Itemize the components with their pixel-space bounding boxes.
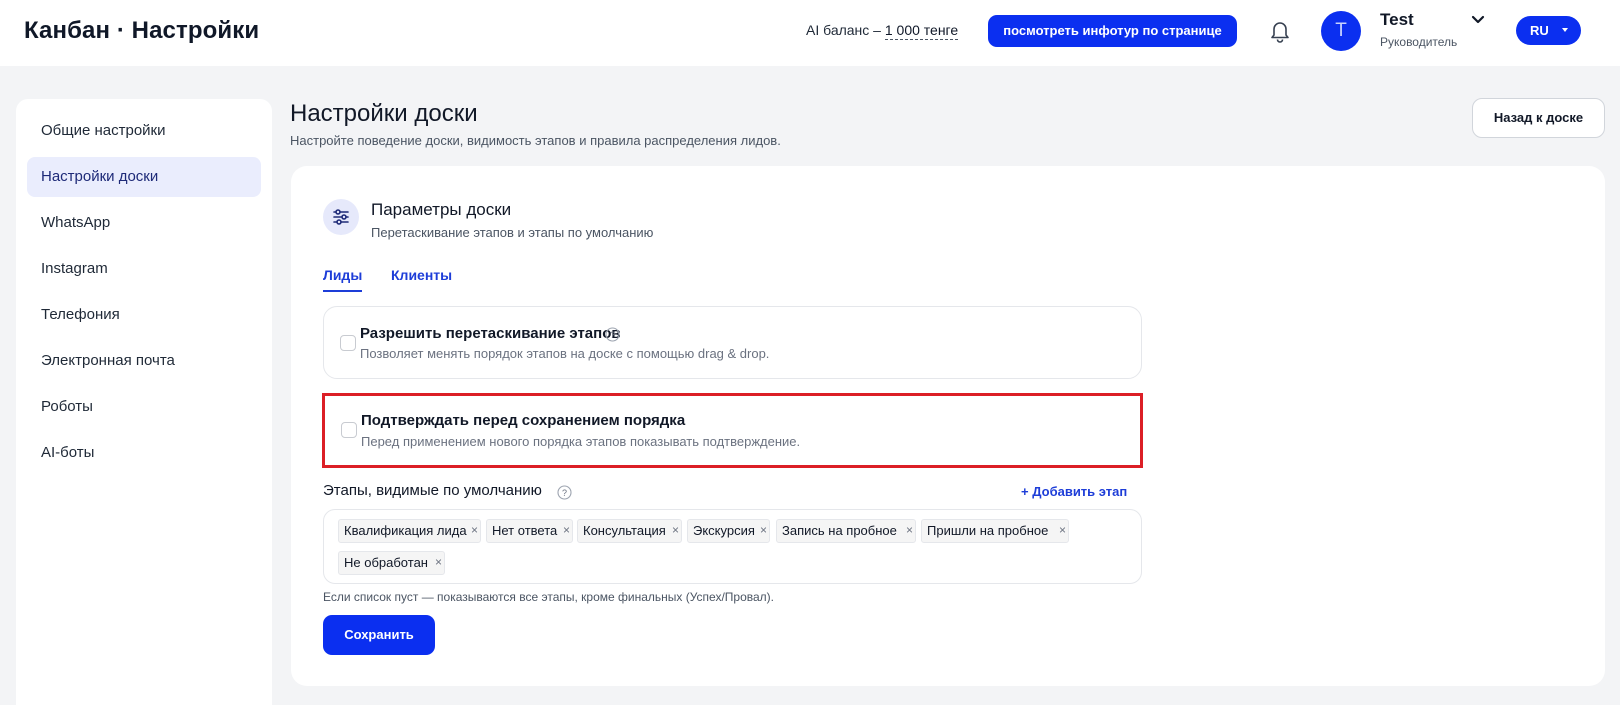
remove-icon[interactable]: × — [1059, 520, 1066, 540]
page-subtitle: Настройте поведение доски, видимость эта… — [290, 133, 781, 148]
remove-icon[interactable]: × — [760, 520, 767, 540]
stage-chip: Консультация × — [577, 519, 682, 543]
caret-down-icon — [1562, 28, 1568, 32]
stage-chip: Пришли на пробное × — [921, 519, 1069, 543]
sidebar-item-email[interactable]: Электронная почта — [27, 341, 261, 381]
remove-icon[interactable]: × — [563, 520, 570, 540]
sliders-icon — [323, 199, 359, 235]
help-icon[interactable]: ? — [605, 327, 620, 342]
sidebar-item-whatsapp[interactable]: WhatsApp — [27, 203, 261, 243]
stage-chip-label: Консультация — [583, 523, 666, 538]
stages-note: Если список пуст — показываются все этап… — [323, 590, 775, 604]
option-title: Разрешить перетаскивание этапов — [360, 325, 621, 342]
stage-chip-label: Квалификация лида — [344, 523, 467, 538]
allow-drag-checkbox[interactable] — [340, 335, 356, 351]
stage-chip-label: Экскурсия — [693, 523, 755, 538]
sidebar-item-board-settings[interactable]: Настройки доски — [27, 157, 261, 197]
remove-icon[interactable]: × — [672, 520, 679, 540]
tab-leads[interactable]: Лиды — [323, 267, 363, 292]
option-confirm-before-save[interactable]: Подтверждать перед сохранением порядка П… — [322, 393, 1143, 468]
svg-text:?: ? — [610, 330, 615, 340]
language-select[interactable]: RU — [1516, 16, 1581, 45]
top-header: Канбан · Настройки AI баланс – 1 000 тен… — [0, 0, 1620, 66]
board-params-card: Параметры доски Перетаскивание этапов и … — [291, 166, 1605, 686]
stage-chip: Нет ответа × — [486, 519, 573, 543]
chevron-down-icon[interactable] — [1470, 13, 1486, 25]
sidebar-item-robots[interactable]: Роботы — [27, 387, 261, 427]
avatar[interactable]: T — [1321, 11, 1361, 51]
stage-chip: Не обработан × — [338, 551, 445, 575]
stage-chip: Запись на пробное × — [776, 519, 916, 543]
option-description: Перед применением нового порядка этапов … — [361, 434, 801, 449]
user-role: Руководитель — [1380, 35, 1458, 49]
stages-label: Этапы, видимые по умолчанию — [323, 482, 542, 499]
app-title: Канбан · Настройки — [24, 17, 260, 44]
language-label: RU — [1530, 23, 1549, 38]
page-title: Настройки доски — [290, 100, 478, 127]
card-title: Параметры доски — [371, 200, 512, 219]
option-allow-stage-drag[interactable]: Разрешить перетаскивание этапов ? Позвол… — [323, 306, 1142, 379]
default-stages-select[interactable]: Квалификация лида × Нет ответа × Консульта… — [323, 509, 1142, 584]
card-subtitle: Перетаскивание этапов и этапы по умолчан… — [371, 225, 654, 240]
remove-icon[interactable]: × — [471, 520, 478, 540]
stage-chip: Квалификация лида × — [338, 519, 481, 543]
save-button[interactable]: Сохранить — [323, 615, 435, 655]
back-to-board-button[interactable]: Назад к доске — [1472, 98, 1605, 138]
stage-chip-label: Запись на пробное — [782, 523, 897, 538]
sidebar-item-general[interactable]: Общие настройки — [27, 111, 261, 151]
remove-icon[interactable]: × — [435, 552, 442, 572]
stage-chip-label: Нет ответа — [492, 523, 558, 538]
infotour-button[interactable]: посмотреть инфотур по странице — [988, 15, 1237, 47]
tab-clients[interactable]: Клиенты — [391, 267, 452, 290]
balance-amount[interactable]: 1 000 тенге — [884, 22, 959, 40]
sidebar-item-telephony[interactable]: Телефония — [27, 295, 261, 335]
sidebar-item-ai-bots[interactable]: AI-боты — [27, 433, 261, 473]
bell-icon[interactable] — [1268, 18, 1292, 44]
add-stage-link[interactable]: + Добавить этап — [1021, 484, 1127, 499]
confirm-order-checkbox[interactable] — [341, 422, 357, 438]
sidebar-item-instagram[interactable]: Instagram — [27, 249, 261, 289]
svg-text:?: ? — [562, 488, 567, 498]
ai-balance: AI баланс – 1 000 тенге — [806, 22, 959, 40]
option-description: Позволяет менять порядок этапов на доске… — [360, 346, 770, 361]
option-title: Подтверждать перед сохранением порядка — [361, 412, 686, 429]
stage-chip-label: Пришли на пробное — [927, 523, 1049, 538]
stage-chip: Экскурсия × — [687, 519, 770, 543]
remove-icon[interactable]: × — [906, 520, 913, 540]
stage-chip-label: Не обработан — [344, 555, 428, 570]
balance-label: AI баланс – — [806, 22, 881, 38]
help-icon[interactable]: ? — [557, 485, 572, 500]
user-name[interactable]: Test — [1380, 10, 1414, 30]
settings-sidebar: Общие настройки Настройки доски WhatsApp… — [16, 99, 272, 705]
